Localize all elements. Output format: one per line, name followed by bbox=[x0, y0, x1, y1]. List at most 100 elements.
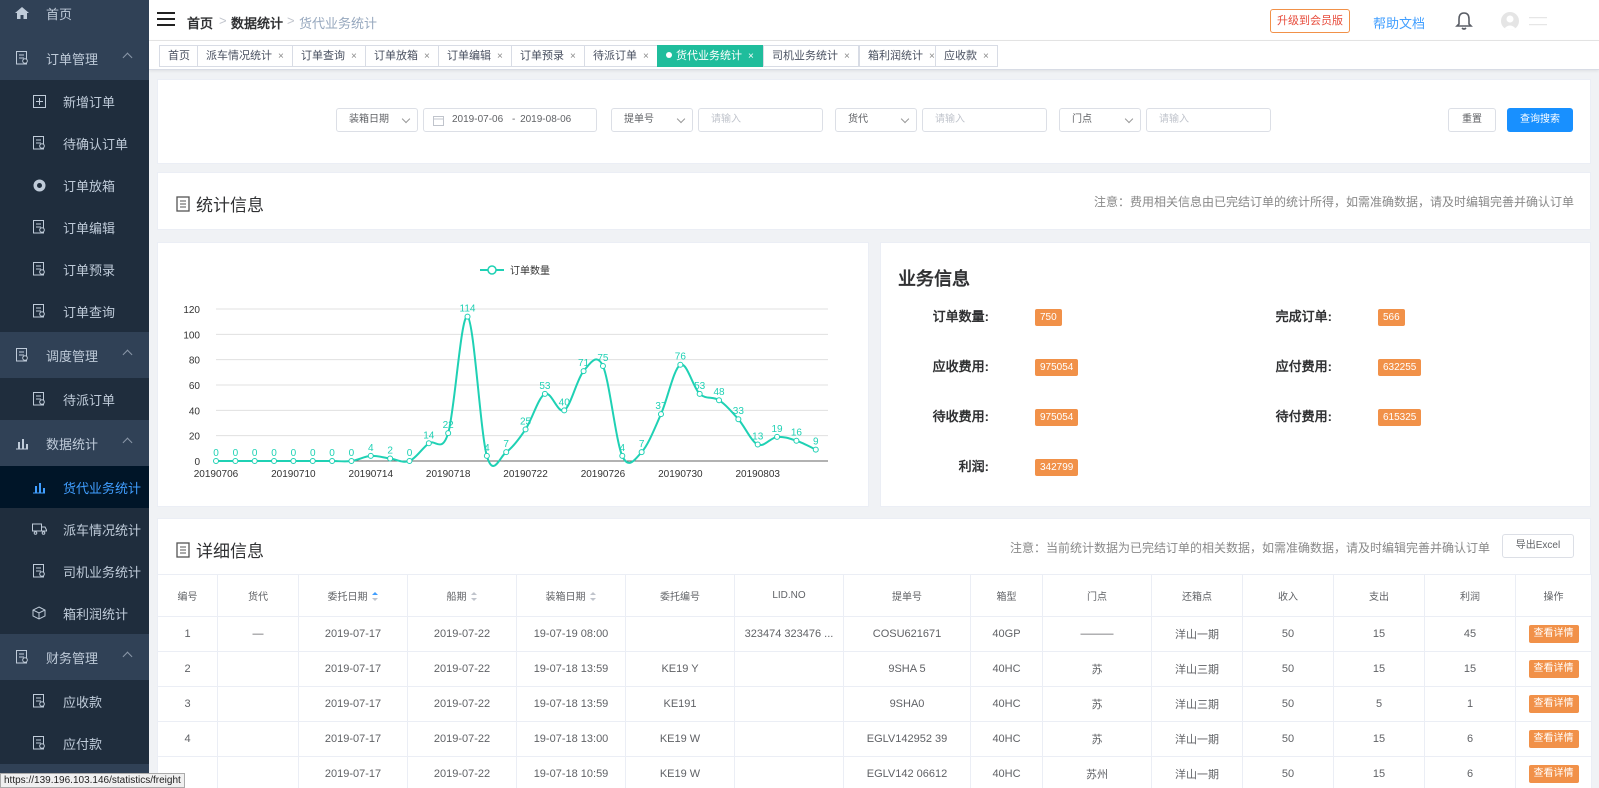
avatar[interactable] bbox=[1501, 12, 1519, 30]
sidebar-item-sub[interactable]: 订单编辑 bbox=[0, 206, 149, 248]
table-header-cell[interactable]: 委托日期 bbox=[298, 574, 408, 617]
field2-select-value: 货代 bbox=[848, 114, 868, 125]
close-icon[interactable]: × bbox=[497, 51, 503, 62]
sidebar-item-sub[interactable]: 订单放箱 bbox=[0, 164, 149, 206]
sidebar-item-sub[interactable]: 货代业务统计 bbox=[0, 466, 149, 508]
data-point bbox=[290, 458, 297, 464]
sidebar-item-sub[interactable]: 应付款 bbox=[0, 722, 149, 764]
table-header-label: 收入 bbox=[1278, 592, 1298, 603]
view-detail-button[interactable]: 查看详情 bbox=[1528, 765, 1579, 783]
tab-tag[interactable]: 待派订单 × bbox=[584, 45, 658, 67]
tab-tag[interactable]: 订单预录 × bbox=[511, 45, 585, 67]
tab-tag[interactable]: 货代业务统计 × bbox=[657, 45, 763, 67]
search-button[interactable]: 查询搜索 bbox=[1507, 108, 1573, 132]
sidebar-item-menu[interactable]: 订单管理 bbox=[0, 37, 149, 79]
close-icon[interactable]: × bbox=[643, 51, 649, 62]
table-cell-text: 2019-07-22 bbox=[433, 698, 491, 710]
view-detail-button[interactable]: 查看详情 bbox=[1528, 695, 1579, 713]
close-icon[interactable]: × bbox=[844, 51, 850, 62]
table-cell: 苏 bbox=[1042, 651, 1152, 687]
sidebar-item-sub[interactable]: 待派订单 bbox=[0, 378, 149, 420]
close-icon[interactable]: × bbox=[929, 51, 935, 62]
table-cell: 15 bbox=[1333, 651, 1425, 687]
sort-caret-icon[interactable] bbox=[589, 591, 597, 603]
y-tick-label: 60 bbox=[189, 381, 201, 392]
sort-caret-icon[interactable] bbox=[371, 591, 379, 603]
data-label: 0 bbox=[233, 448, 239, 459]
sidebar-item-label: 调度管理 bbox=[46, 348, 99, 364]
stats-title: 统计信息 bbox=[176, 191, 264, 216]
table-cell-text: 15 bbox=[1372, 768, 1386, 780]
tab-tag[interactable]: 司机业务统计 × bbox=[763, 45, 859, 67]
breadcrumb-home[interactable]: 首页 bbox=[187, 13, 213, 32]
table-header-cell: 编号 bbox=[157, 574, 218, 617]
field3-select[interactable]: 门点 bbox=[1059, 108, 1141, 132]
sidebar-item-sub[interactable]: 待确认订单 bbox=[0, 122, 149, 164]
table-cell: ——— bbox=[1042, 616, 1152, 652]
y-tick-label: 80 bbox=[189, 356, 201, 367]
sidebar-item-menu[interactable]: 数据统计 bbox=[0, 422, 149, 464]
x-tick-label: 20190718 bbox=[426, 469, 471, 480]
view-detail-button[interactable]: 查看详情 bbox=[1528, 625, 1579, 643]
business-label: 应收费用: bbox=[932, 359, 989, 374]
field3-input[interactable]: 请输入 bbox=[1146, 108, 1271, 132]
tab-tag[interactable]: 订单编辑 × bbox=[438, 45, 512, 67]
hamburger-menu-icon[interactable] bbox=[157, 12, 175, 26]
close-icon[interactable]: × bbox=[351, 51, 357, 62]
business-label: 待付费用: bbox=[1275, 409, 1332, 424]
data-label: 53 bbox=[694, 381, 706, 392]
close-icon[interactable]: × bbox=[424, 51, 430, 62]
date-range-picker[interactable]: 2019-07-06 - 2019-08-06 bbox=[423, 108, 597, 132]
tab-tag[interactable]: 箱利润统计 × bbox=[859, 45, 944, 67]
table-cell: 40GP bbox=[970, 616, 1043, 652]
business-label: 订单数量: bbox=[932, 309, 989, 324]
sidebar-item-menu[interactable]: 首页 bbox=[0, 0, 149, 34]
sidebar-item-menu[interactable]: 财务管理 bbox=[0, 636, 149, 678]
field1-input[interactable]: 请输入 bbox=[698, 108, 823, 132]
sort-caret-icon[interactable] bbox=[470, 591, 478, 603]
tab-tag[interactable]: 订单查询 × bbox=[292, 45, 366, 67]
tab-tag[interactable]: 首页 bbox=[159, 45, 199, 67]
close-icon[interactable]: × bbox=[278, 51, 284, 62]
tab-tag[interactable]: 应收款 × bbox=[935, 45, 998, 67]
y-tick-label: 40 bbox=[189, 406, 201, 417]
sidebar-item-sub[interactable]: 应收款 bbox=[0, 680, 149, 722]
view-detail-button[interactable]: 查看详情 bbox=[1528, 730, 1579, 748]
close-icon[interactable]: × bbox=[570, 51, 576, 62]
table-header-cell[interactable]: 船期 bbox=[407, 574, 517, 617]
sidebar-item-sub[interactable]: 订单预录 bbox=[0, 248, 149, 290]
field1-select[interactable]: 提单号 bbox=[611, 108, 693, 132]
table-cell: 2019-07-17 bbox=[298, 686, 408, 722]
data-label: 7 bbox=[639, 439, 645, 450]
data-label: 53 bbox=[539, 381, 551, 392]
sidebar-item-sub[interactable]: 箱利润统计 bbox=[0, 592, 149, 634]
close-icon[interactable]: × bbox=[748, 51, 754, 62]
field2-select[interactable]: 货代 bbox=[835, 108, 917, 132]
sidebar-item-sub[interactable]: 派车情况统计 bbox=[0, 508, 149, 550]
help-docs-link[interactable]: 帮助文档 bbox=[1373, 13, 1425, 32]
upgrade-button[interactable]: 升级到会员版 bbox=[1270, 9, 1350, 33]
table-header-cell: LID.NO bbox=[734, 574, 844, 617]
table-cell: 50 bbox=[1242, 686, 1334, 722]
table-header-cell[interactable]: 装箱日期 bbox=[516, 574, 626, 617]
bell-icon[interactable] bbox=[1455, 11, 1473, 31]
reset-button[interactable]: 重置 bbox=[1448, 108, 1496, 132]
export-excel-button[interactable]: 导出Excel bbox=[1502, 534, 1574, 558]
table-header-label: 门点 bbox=[1087, 592, 1107, 603]
close-icon[interactable]: × bbox=[983, 51, 989, 62]
sidebar-item-sub[interactable]: 订单查询 bbox=[0, 290, 149, 332]
date-type-select[interactable]: 装箱日期 bbox=[336, 108, 418, 132]
tab-tag[interactable]: 订单放箱 × bbox=[365, 45, 439, 67]
table-cell: 1 bbox=[1424, 686, 1516, 722]
tab-tag[interactable]: 派车情况统计 × bbox=[197, 45, 293, 67]
table-cell-text: 9SHA 5 bbox=[888, 663, 926, 675]
sidebar-item-menu[interactable]: 调度管理 bbox=[0, 334, 149, 376]
field2-input[interactable]: 请输入 bbox=[922, 108, 1047, 132]
business-label: 完成订单: bbox=[1275, 309, 1332, 324]
breadcrumb-stats[interactable]: 数据统计 bbox=[231, 13, 283, 32]
table-cell-text: 4 bbox=[184, 733, 191, 745]
sidebar-item-sub[interactable]: 司机业务统计 bbox=[0, 550, 149, 592]
table-cell: 40HC bbox=[970, 651, 1043, 687]
sidebar-item-sub[interactable]: 新增订单 bbox=[0, 80, 149, 122]
view-detail-button[interactable]: 查看详情 bbox=[1528, 660, 1579, 678]
